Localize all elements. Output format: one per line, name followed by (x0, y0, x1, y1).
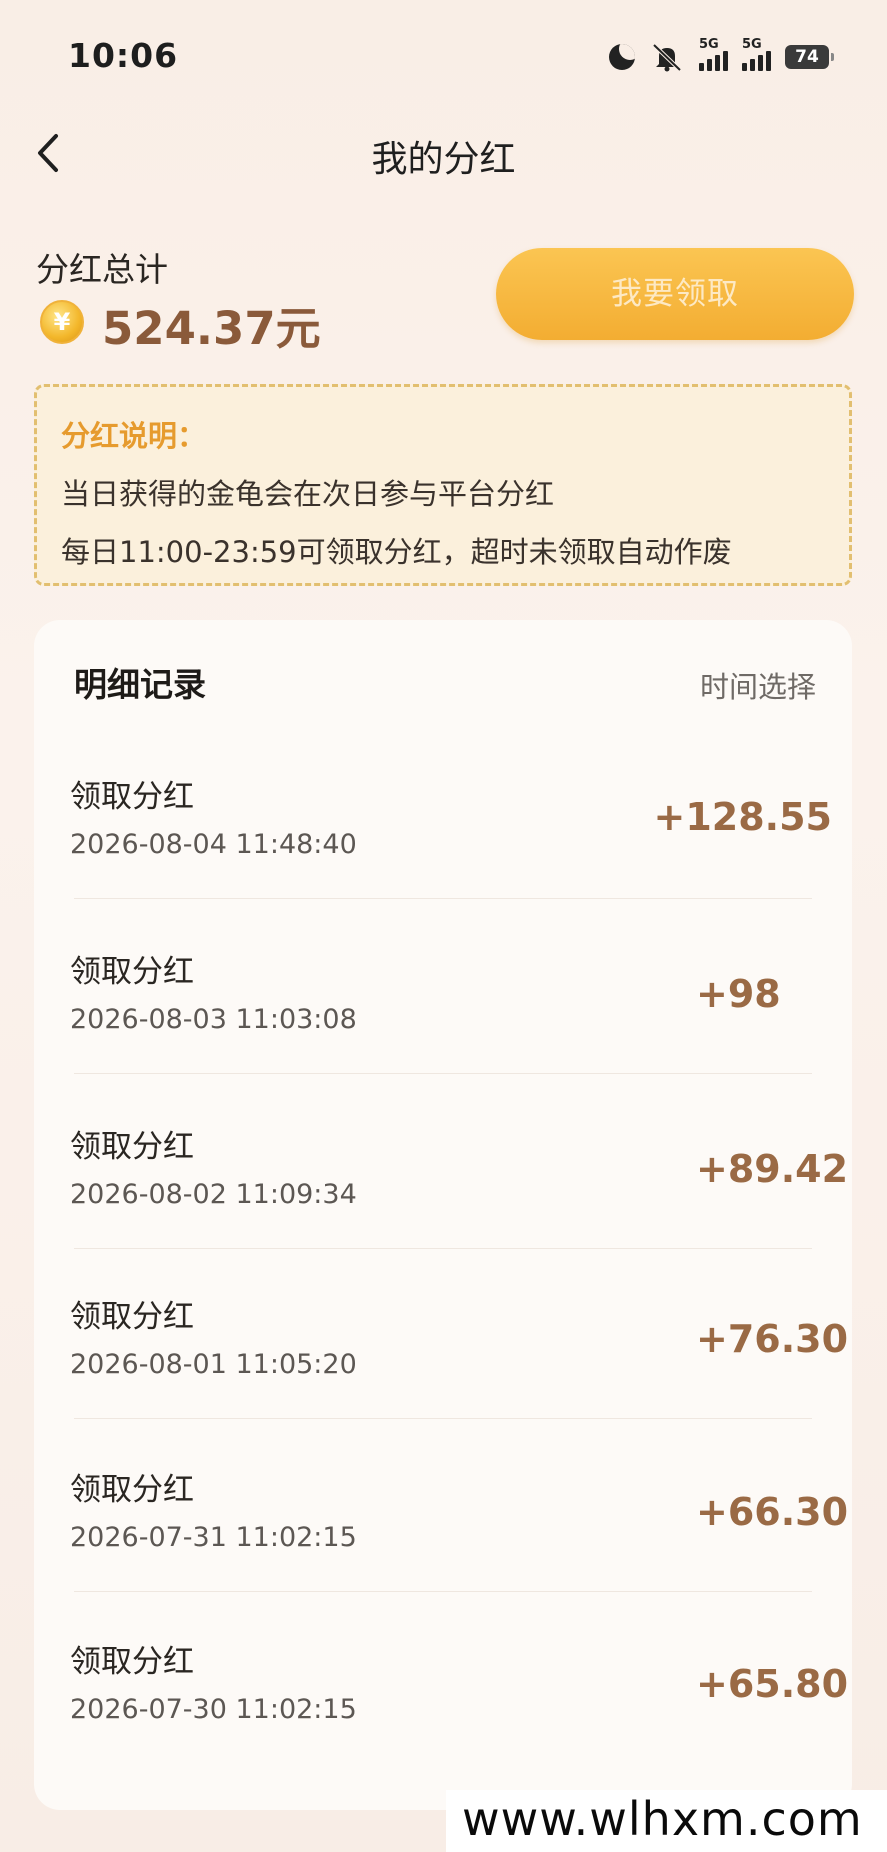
record-time: 2026-07-31 11:02:15 (70, 1522, 357, 1553)
cellular-signal-2-icon: 5G (742, 37, 771, 71)
record-amount: +98 (696, 972, 781, 1016)
watermark: www.wlhxm.com (446, 1790, 887, 1852)
record-label: 领取分红 (70, 779, 194, 815)
record-amount: +65.80 (696, 1662, 849, 1706)
dividend-total-amount: 524.37元 (102, 302, 321, 355)
record-item: 领取分红 2026-08-01 11:05:20 +76.30 (34, 1245, 852, 1419)
battery-level: 74 (795, 47, 819, 67)
record-time: 2026-08-01 11:05:20 (70, 1349, 357, 1380)
record-time: 2026-07-30 11:02:15 (70, 1694, 357, 1725)
screen: 10:06 5G 5G 74 我的分红 分红总计 ¥ 524.37元 我要领取 … (0, 0, 887, 1852)
status-bar: 10:06 5G 5G 74 (0, 0, 887, 110)
record-divider (74, 1073, 812, 1074)
record-divider (74, 898, 812, 899)
record-item: 领取分红 2026-08-04 11:48:40 +128.55 (34, 725, 852, 899)
record-label: 领取分红 (70, 1644, 194, 1680)
claim-button[interactable]: 我要领取 (496, 248, 854, 340)
detail-records-card: 明细记录 时间选择 领取分红 2026-08-04 11:48:40 +128.… (34, 620, 852, 1810)
record-label: 领取分红 (70, 1129, 194, 1165)
record-time: 2026-08-02 11:09:34 (70, 1179, 357, 1210)
do-not-disturb-moon-icon (609, 44, 635, 70)
watermark-text: www.wlhxm.com (462, 1792, 863, 1846)
network-type-1: 5G (699, 37, 719, 52)
record-item: 领取分红 2026-07-30 11:02:15 +65.80 (34, 1590, 852, 1764)
record-amount: +128.55 (653, 795, 832, 839)
coin-icon: ¥ (40, 300, 84, 344)
record-label: 领取分红 (70, 1299, 194, 1335)
record-item: 领取分红 2026-08-03 11:03:08 +98 (34, 900, 852, 1074)
battery-icon: 74 (785, 45, 834, 69)
status-time: 10:06 (68, 36, 179, 75)
status-icons: 5G 5G 74 (609, 37, 834, 72)
record-amount: +89.42 (696, 1147, 849, 1191)
network-type-2: 5G (742, 37, 762, 52)
mute-bell-icon (652, 43, 682, 72)
record-label: 领取分红 (70, 1472, 194, 1508)
record-amount: +66.30 (696, 1490, 849, 1534)
notice-title: 分红说明： (61, 419, 207, 453)
record-label: 领取分红 (70, 954, 194, 990)
detail-title: 明细记录 (74, 665, 206, 704)
dividend-total-label: 分红总计 (36, 250, 168, 289)
notice-line-1: 当日获得的金龟会在次日参与平台分红 (61, 477, 555, 511)
record-item: 领取分红 2026-08-02 11:09:34 +89.42 (34, 1075, 852, 1249)
record-amount: +76.30 (696, 1317, 849, 1361)
record-time: 2026-08-04 11:48:40 (70, 829, 357, 860)
cellular-signal-1-icon: 5G (699, 37, 728, 71)
record-time: 2026-08-03 11:03:08 (70, 1004, 357, 1035)
coin-symbol: ¥ (53, 308, 71, 336)
dividend-notice: 分红说明： 当日获得的金龟会在次日参与平台分红 每日11:00-23:59可领取… (34, 384, 852, 586)
page-title: 我的分红 (371, 139, 516, 180)
notice-line-2: 每日11:00-23:59可领取分红，超时未领取自动作废 (61, 535, 732, 569)
record-item: 领取分红 2026-07-31 11:02:15 +66.30 (34, 1418, 852, 1592)
time-select-button[interactable]: 时间选择 (700, 664, 816, 706)
